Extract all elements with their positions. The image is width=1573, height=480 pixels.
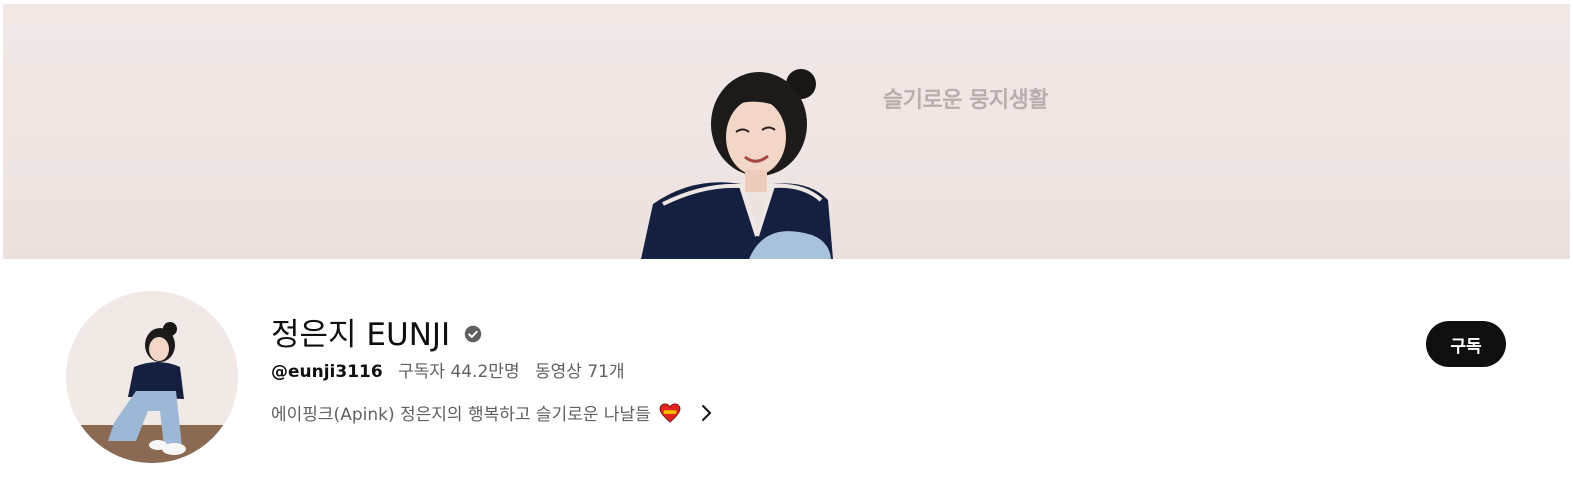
channel-avatar[interactable] bbox=[66, 291, 238, 463]
video-count: 동영상 71개 bbox=[535, 362, 625, 382]
channel-name: 정은지 EUNJI bbox=[271, 309, 482, 354]
subscriber-count: 구독자 44.2만명 bbox=[398, 362, 520, 382]
verified-check-icon bbox=[464, 325, 482, 342]
subscribe-button[interactable]: 구독 bbox=[1426, 321, 1506, 367]
channel-description[interactable]: 에이핑크(Apink) 정은지의 행복하고 슬기로운 나날들 bbox=[271, 400, 713, 425]
avatar-image bbox=[66, 291, 238, 463]
banner-person-image bbox=[641, 69, 833, 259]
chevron-right-icon[interactable] bbox=[699, 404, 713, 422]
banner-title: 슬기로운 뭉지생활 bbox=[883, 88, 1049, 113]
channel-meta: @eunji3116 구독자 44.2만명 동영상 71개 bbox=[271, 357, 625, 382]
heart-emoji-icon bbox=[659, 402, 681, 423]
channel-name-text: 정은지 EUNJI bbox=[271, 317, 451, 353]
channel-handle: @eunji3116 bbox=[271, 362, 383, 382]
description-text: 에이핑크(Apink) 정은지의 행복하고 슬기로운 나날들 bbox=[271, 405, 651, 425]
channel-banner: 슬기로운 뭉지생활 bbox=[3, 4, 1570, 259]
